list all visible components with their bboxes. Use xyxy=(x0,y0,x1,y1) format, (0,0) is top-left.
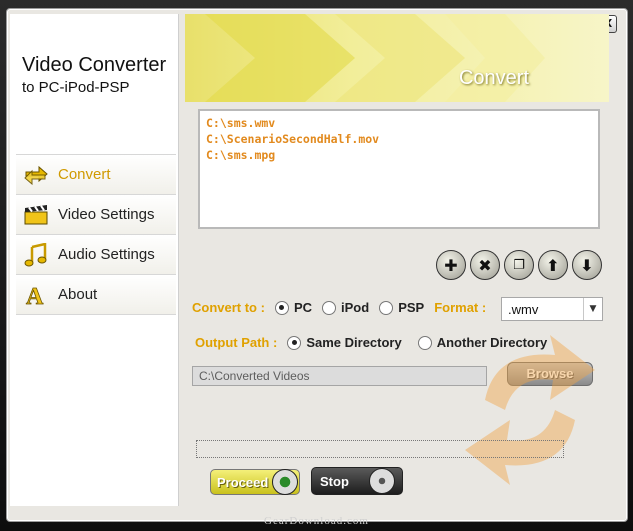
remove-file-button[interactable]: ✖ xyxy=(470,250,500,280)
radio-circle xyxy=(322,300,337,315)
stop-label: Stop xyxy=(320,473,349,489)
output-path-label: Output Path : xyxy=(195,335,278,350)
convert-to-row: Convert to : PC iPod PSP Format : xyxy=(192,300,486,315)
convert-to-label: Convert to : xyxy=(192,300,265,315)
add-icon: ✚ xyxy=(444,255,458,275)
file-list[interactable]: C:\sms.wmv C:\ScenarioSecondHalf.mov C:\… xyxy=(198,109,600,229)
app-title: Video Converter to PC-iPod-PSP xyxy=(22,54,166,96)
sidebar-item-audio-settings[interactable]: Audio Settings xyxy=(16,234,176,274)
list-item[interactable]: C:\sms.wmv xyxy=(206,115,592,131)
watermark: GearDownload.com xyxy=(264,515,369,527)
sidebar-item-about[interactable]: A About xyxy=(16,274,176,315)
format-label: Format : xyxy=(434,300,487,315)
film-reel-icon xyxy=(272,469,299,495)
move-up-button[interactable]: ⬆ xyxy=(538,250,568,280)
radio-psp[interactable]: PSP xyxy=(379,300,424,315)
sidebar-item-label: Convert xyxy=(58,166,111,183)
convert-arrows-icon xyxy=(22,162,50,188)
add-file-button[interactable]: ✚ xyxy=(436,250,466,280)
app-title-line1: Video Converter xyxy=(22,54,167,76)
page-header: Convert xyxy=(185,14,609,102)
copy-icon: ❐ xyxy=(513,257,525,273)
page-title: Convert xyxy=(458,67,529,89)
move-up-icon: ⬆ xyxy=(546,255,560,275)
remove-icon: ✖ xyxy=(478,255,492,275)
radio-ipod[interactable]: iPod xyxy=(322,300,369,315)
sidebar-item-label: Video Settings xyxy=(58,206,155,223)
clapperboard-icon xyxy=(22,202,50,228)
header-chevrons xyxy=(205,14,545,102)
radio-label: PSP xyxy=(398,300,425,315)
stop-button[interactable]: Stop xyxy=(311,467,403,495)
svg-text:A: A xyxy=(26,284,44,308)
move-down-icon: ⬇ xyxy=(580,255,594,275)
radio-circle xyxy=(287,335,302,350)
radio-pc[interactable]: PC xyxy=(274,300,313,315)
radio-same-directory[interactable]: Same Directory xyxy=(287,335,402,350)
sidebar-item-convert[interactable]: Convert xyxy=(16,154,176,194)
radio-label: PC xyxy=(293,300,313,315)
sidebar-item-label: Audio Settings xyxy=(58,246,155,263)
convert-decoration-icon xyxy=(465,335,595,485)
move-down-button[interactable]: ⬇ xyxy=(572,250,602,280)
list-item[interactable]: C:\sms.mpg xyxy=(206,147,592,163)
app-title-line2: to PC-iPod-PSP xyxy=(22,79,130,96)
radio-label: iPod xyxy=(341,300,370,315)
format-value: .wmv xyxy=(508,301,539,317)
letter-a-icon: A xyxy=(22,282,50,308)
list-item[interactable]: C:\ScenarioSecondHalf.mov xyxy=(206,131,592,147)
sidebar-item-label: About xyxy=(58,286,98,303)
radio-label: Same Directory xyxy=(306,335,402,350)
proceed-button[interactable]: Proceed xyxy=(210,469,300,495)
radio-circle xyxy=(274,300,289,315)
progress-bar xyxy=(196,440,564,458)
copy-file-button[interactable]: ❐ xyxy=(504,250,534,280)
sidebar-item-video-settings[interactable]: Video Settings xyxy=(16,194,176,234)
output-path-field[interactable]: C:\Converted Videos xyxy=(192,366,487,386)
sidebar-nav: Convert Video Settings Audio Settings A … xyxy=(16,154,176,315)
radio-circle xyxy=(379,300,394,315)
chevron-down-icon[interactable]: ▼ xyxy=(583,298,602,320)
format-select[interactable]: .wmv ▼ xyxy=(501,297,603,321)
sidebar: Video Converter to PC-iPod-PSP Convert V… xyxy=(10,14,179,506)
radio-circle xyxy=(417,335,432,350)
proceed-label: Proceed xyxy=(217,474,269,490)
film-reel-icon xyxy=(368,468,395,494)
music-note-icon xyxy=(22,242,50,268)
file-actions: ✚ ✖ ❐ ⬆ ⬇ xyxy=(436,250,602,280)
